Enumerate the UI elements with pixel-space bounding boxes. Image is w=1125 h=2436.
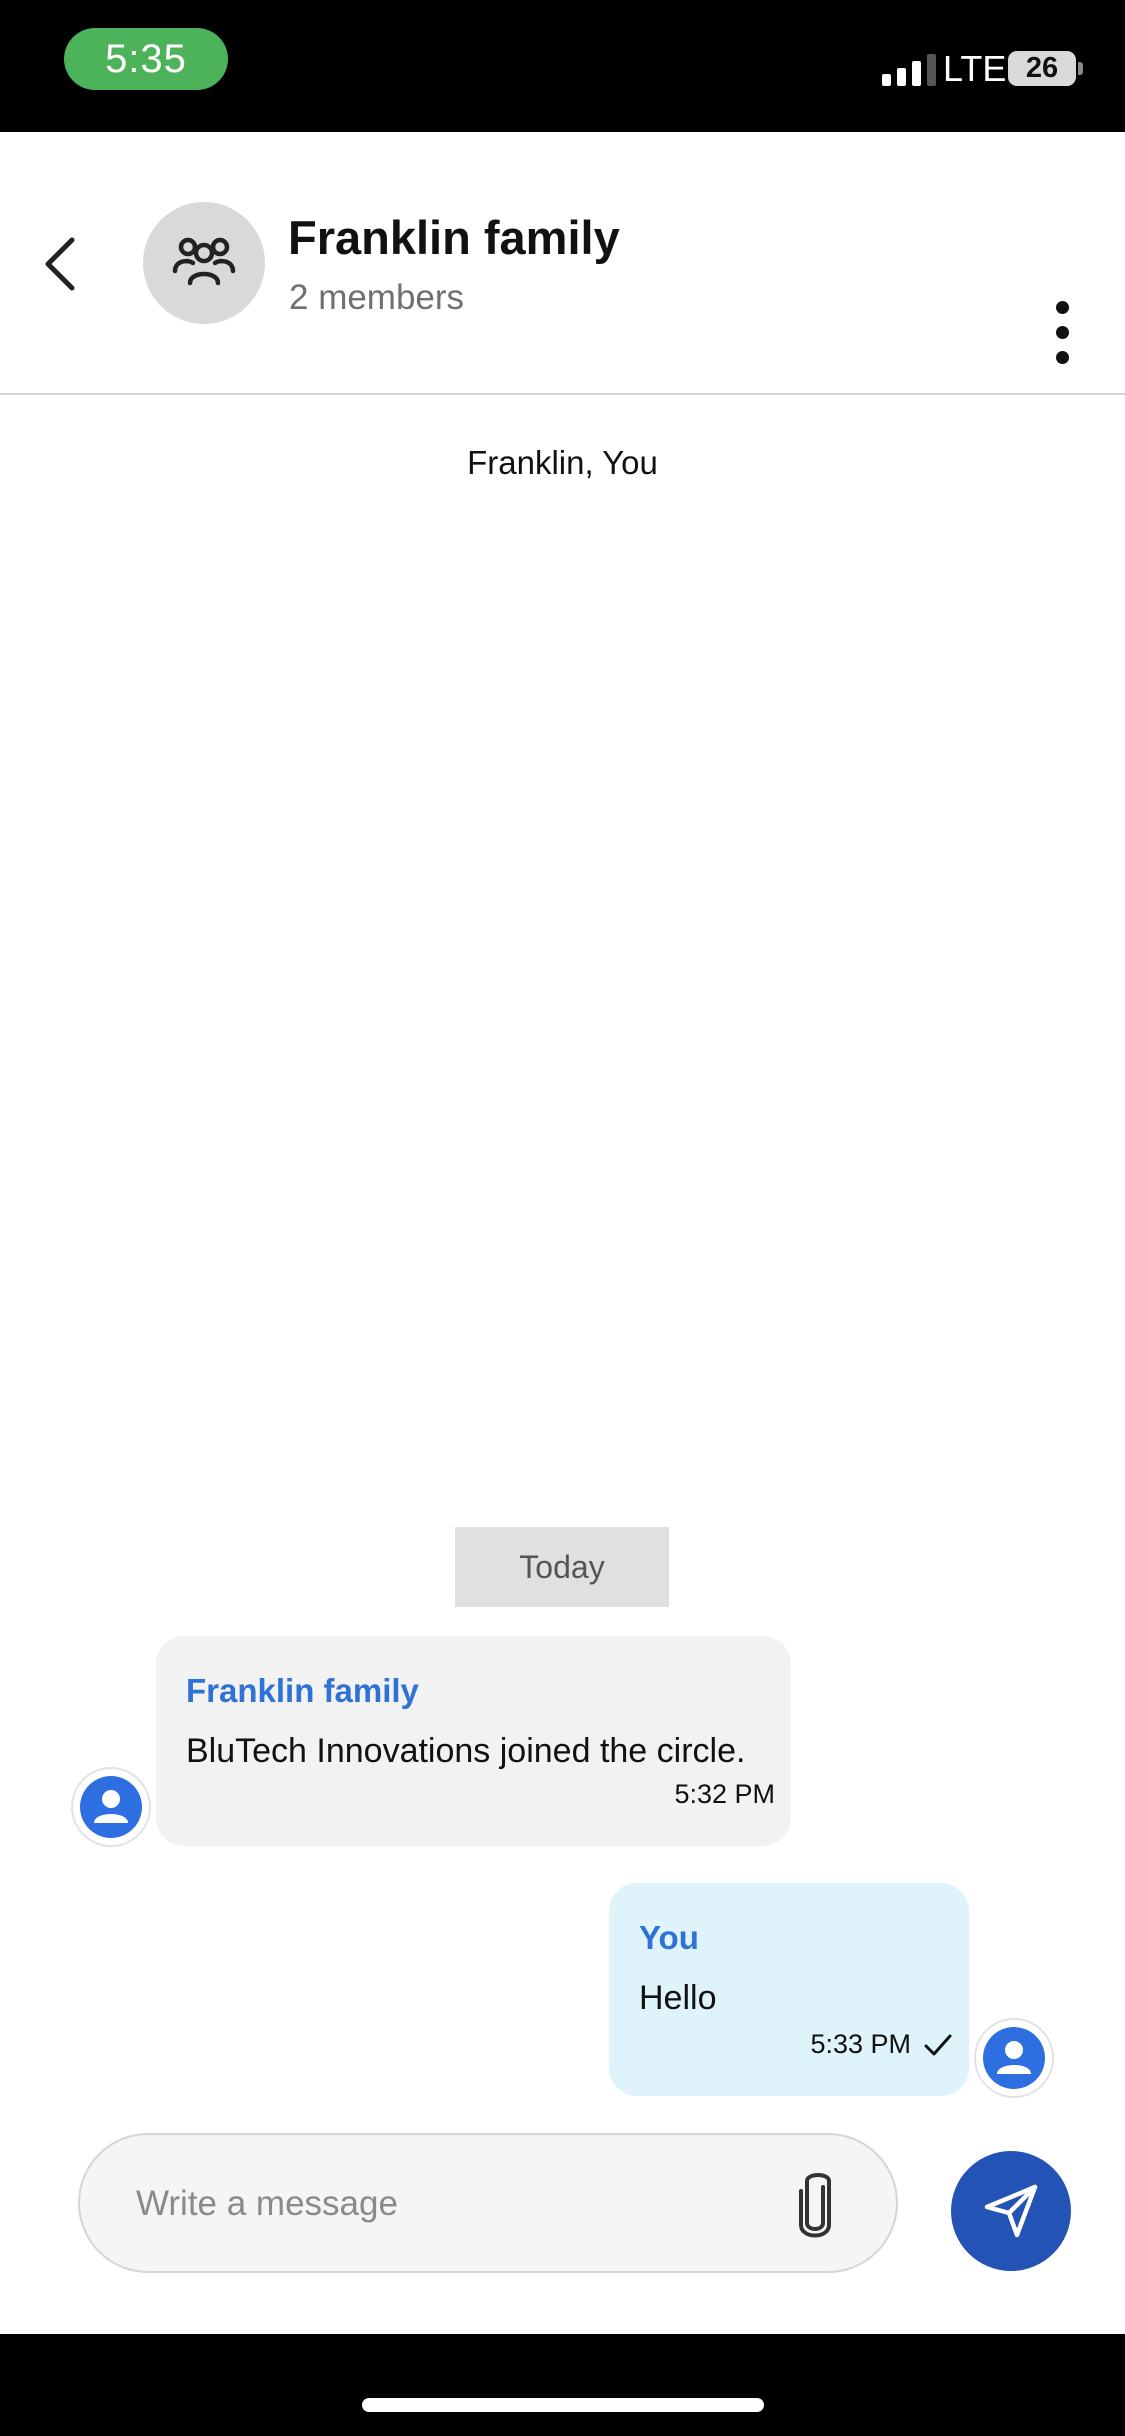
- message-timestamp: 5:32 PM: [674, 1779, 775, 1809]
- message-text: BluTech Innovations joined the circle.: [186, 1732, 746, 1770]
- signal-strength-icon: [882, 52, 936, 86]
- message-input[interactable]: [136, 2165, 736, 2243]
- date-separator: Today: [455, 1527, 669, 1607]
- user-icon: [94, 1790, 128, 1823]
- participants-list: Franklin, You: [467, 444, 658, 481]
- back-button[interactable]: [30, 224, 90, 304]
- send-icon: [984, 2184, 1038, 2238]
- message-timestamp: 5:33 PM: [810, 2029, 911, 2059]
- chat-title: Franklin family: [288, 211, 620, 264]
- battery-icon: [1078, 62, 1083, 75]
- paperclip-icon: [799, 2173, 831, 2238]
- chevron-left-icon: [45, 237, 75, 291]
- sender-avatar[interactable]: [71, 1767, 151, 1847]
- message-sender: You: [639, 1919, 699, 1956]
- user-icon: [997, 2041, 1031, 2074]
- more-vertical-icon: [1055, 300, 1069, 314]
- message-sender: Franklin family: [186, 1672, 419, 1709]
- message-composer: [78, 2133, 898, 2273]
- more-options-button[interactable]: [1040, 292, 1084, 372]
- send-button[interactable]: [951, 2151, 1071, 2271]
- status-bar: 5:35 LTE 26: [0, 0, 1125, 132]
- status-time: 5:35: [64, 28, 228, 90]
- own-avatar[interactable]: [974, 2018, 1054, 2098]
- group-avatar[interactable]: [143, 202, 265, 324]
- message-bubble-incoming[interactable]: Franklin family BluTech Innovations join…: [156, 1636, 791, 1846]
- message-time: 5:32 PM: [674, 1779, 775, 1810]
- attach-button[interactable]: [780, 2165, 850, 2245]
- battery-level: 26: [1008, 51, 1076, 86]
- chat-header: Franklin family 2 members: [0, 132, 1125, 395]
- message-bubble-outgoing[interactable]: You Hello 5:33 PM: [609, 1883, 969, 2096]
- home-indicator[interactable]: [362, 2398, 764, 2412]
- message-text: Hello: [639, 1979, 717, 2017]
- check-icon: [924, 2034, 952, 2055]
- member-count: 2 members: [289, 278, 465, 317]
- network-type: LTE: [943, 48, 1007, 89]
- home-bar: [0, 2334, 1125, 2436]
- group-icon: [172, 237, 236, 286]
- message-time: 5:33 PM: [810, 2029, 953, 2060]
